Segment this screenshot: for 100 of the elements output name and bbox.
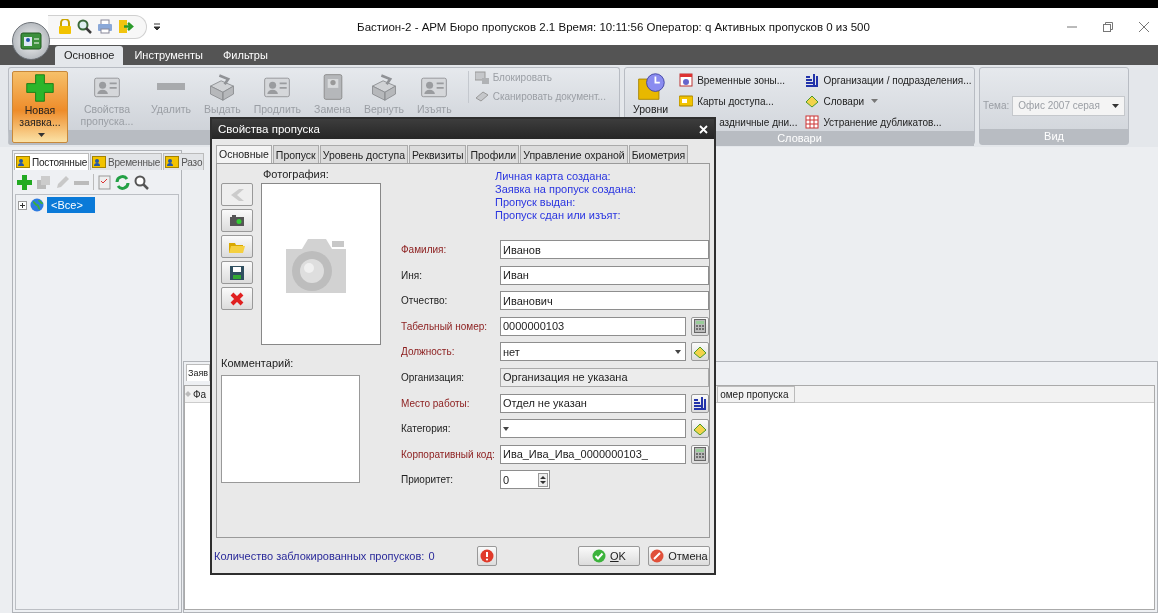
ribbon-tab[interactable]: Основное	[55, 46, 124, 65]
field-label: Отчество:	[401, 295, 449, 307]
folder-icon	[229, 240, 245, 253]
dialog-tab[interactable]: Биометрия	[628, 145, 689, 163]
input-field[interactable]: Иванов	[500, 240, 709, 259]
window-title: Бастион-2 - АРМ Бюро пропусков 2.1 Время: 10:11:56 Оператор: q Активных пропусков 0 из 500	[356, 20, 871, 33]
field-label: Организация:	[401, 371, 466, 383]
cancel-button[interactable]: Отмена	[648, 545, 710, 566]
input-field[interactable]	[500, 419, 686, 439]
caret-icon	[38, 133, 45, 138]
input-field[interactable]: Иванович	[500, 291, 709, 311]
comment-field[interactable]	[221, 375, 360, 483]
lookup-button[interactable]	[691, 444, 709, 464]
field-label: Приоритет:	[401, 474, 455, 486]
checklist-icon[interactable]	[98, 174, 111, 190]
dialog-title: Свойства пропуска	[218, 123, 320, 135]
ribbon-button[interactable]: Словари	[805, 92, 972, 110]
ribbon-button[interactable]: Временные зоны...	[679, 71, 798, 89]
row-marker-icon	[185, 391, 191, 397]
people-card-icon	[92, 156, 106, 168]
globe-icon	[30, 198, 44, 212]
exit-icon[interactable]	[118, 19, 134, 34]
ribbon-button[interactable]: Новая заявка...	[12, 71, 68, 143]
floppy-icon	[230, 265, 244, 280]
dialog-tab[interactable]: Уровень доступа	[319, 145, 408, 163]
help-button[interactable]	[476, 545, 497, 566]
bars-icon	[693, 396, 707, 411]
chevron-left-icon	[229, 188, 245, 201]
ribbon-button[interactable]: Организации / подразделения...	[805, 71, 972, 89]
spin-arrows-icon	[538, 472, 548, 487]
ribbon-button[interactable]: Уровни	[628, 71, 674, 117]
printer-icon[interactable]	[97, 19, 113, 34]
calculator-icon	[694, 447, 706, 462]
caret-icon	[675, 349, 681, 354]
cancel-icon	[650, 548, 665, 563]
field-label: Корпоративный код:	[401, 448, 495, 460]
photo-tool-button[interactable]	[221, 287, 253, 310]
field-label: Табельный номер:	[401, 320, 489, 332]
field-label: Фамилия:	[401, 244, 448, 255]
input-field[interactable]: Организация не указана	[500, 367, 709, 387]
dialog-tab[interactable]: Пропуск	[272, 145, 319, 163]
ribbon-button[interactable]: Устранение дубликатов...	[805, 113, 972, 131]
panel-tab[interactable]: Разо	[163, 153, 205, 170]
tree-item[interactable]: <Все>	[47, 197, 95, 213]
panel-tab[interactable]: Заяв	[186, 364, 211, 381]
ribbon-tab[interactable]: Фильтры	[214, 46, 277, 65]
expand-icon[interactable]	[18, 200, 27, 210]
caret-icon	[1112, 103, 1119, 108]
blocked-count: 0	[428, 549, 435, 562]
people-card-icon	[16, 156, 30, 168]
field-label: Иня:	[401, 269, 423, 281]
plus-icon[interactable]	[17, 174, 32, 190]
input-field[interactable]: 0000000103	[500, 316, 686, 336]
field-label: Категория:	[401, 423, 452, 435]
dialog-tab[interactable]: Основные	[216, 145, 272, 163]
search-icon[interactable]	[77, 19, 92, 34]
table-icon	[805, 115, 820, 129]
input-field[interactable]: Иван	[500, 265, 709, 285]
photo-tool-button[interactable]	[221, 209, 253, 232]
status-line: Заявка на пропуск создана:	[495, 183, 638, 196]
dialog-tab[interactable]: Управление охраной	[520, 145, 628, 163]
photo-tool-button[interactable]	[221, 261, 253, 284]
lock-icon[interactable]	[58, 19, 72, 34]
column-header[interactable]: омер пропуска	[717, 385, 796, 403]
field-label: Должность:	[401, 346, 456, 358]
ribbon-button[interactable]: аздничные дни...	[679, 113, 798, 131]
comment-label: Комментарий:	[221, 357, 295, 369]
dialog-tab[interactable]: Реквизиты	[409, 145, 467, 163]
input-field[interactable]: Отдел не указан	[500, 393, 686, 413]
caret-icon	[871, 99, 879, 103]
field-label: Место работы:	[401, 397, 471, 409]
ribbon-button[interactable]: Карты доступа...	[679, 92, 798, 110]
customize-arrow-icon[interactable]	[153, 22, 161, 31]
panel-tab[interactable]: Постоянные	[14, 153, 89, 170]
plus-icon	[25, 73, 55, 103]
blocked-count-label: Количество заблокированных пропусков:	[214, 549, 425, 562]
group-label: Вид	[980, 129, 1128, 144]
restore-icon[interactable]	[1102, 20, 1114, 33]
calculator-icon	[694, 319, 706, 334]
id-badge-icon	[20, 31, 42, 51]
input-field[interactable]: Ива_Ива_Ива_0000000103_	[500, 444, 686, 464]
lookup-button[interactable]	[691, 393, 709, 413]
theme-label: Тема:	[983, 100, 1010, 111]
panel-tab[interactable]: Временные	[90, 153, 163, 170]
status-line: Пропуск сдан или изъят:	[495, 209, 622, 222]
dialog-tab[interactable]: Профили	[467, 145, 520, 163]
bars-icon	[805, 73, 820, 87]
search-icon[interactable]	[134, 174, 149, 190]
folder-clock-icon	[635, 72, 666, 102]
minus-icon	[157, 83, 186, 90]
caret-icon	[503, 426, 509, 431]
lookup-button[interactable]	[691, 316, 709, 336]
ok-button[interactable]: OK	[578, 545, 640, 566]
help-icon	[479, 548, 494, 563]
calendar-icon	[679, 73, 694, 87]
input-field[interactable]: 0	[500, 470, 550, 490]
input-field[interactable]: нет	[500, 342, 686, 362]
check-icon	[592, 548, 607, 563]
ribbon-tab[interactable]: Инструменты	[125, 46, 212, 65]
status-line: Пропуск выдан:	[495, 196, 577, 209]
